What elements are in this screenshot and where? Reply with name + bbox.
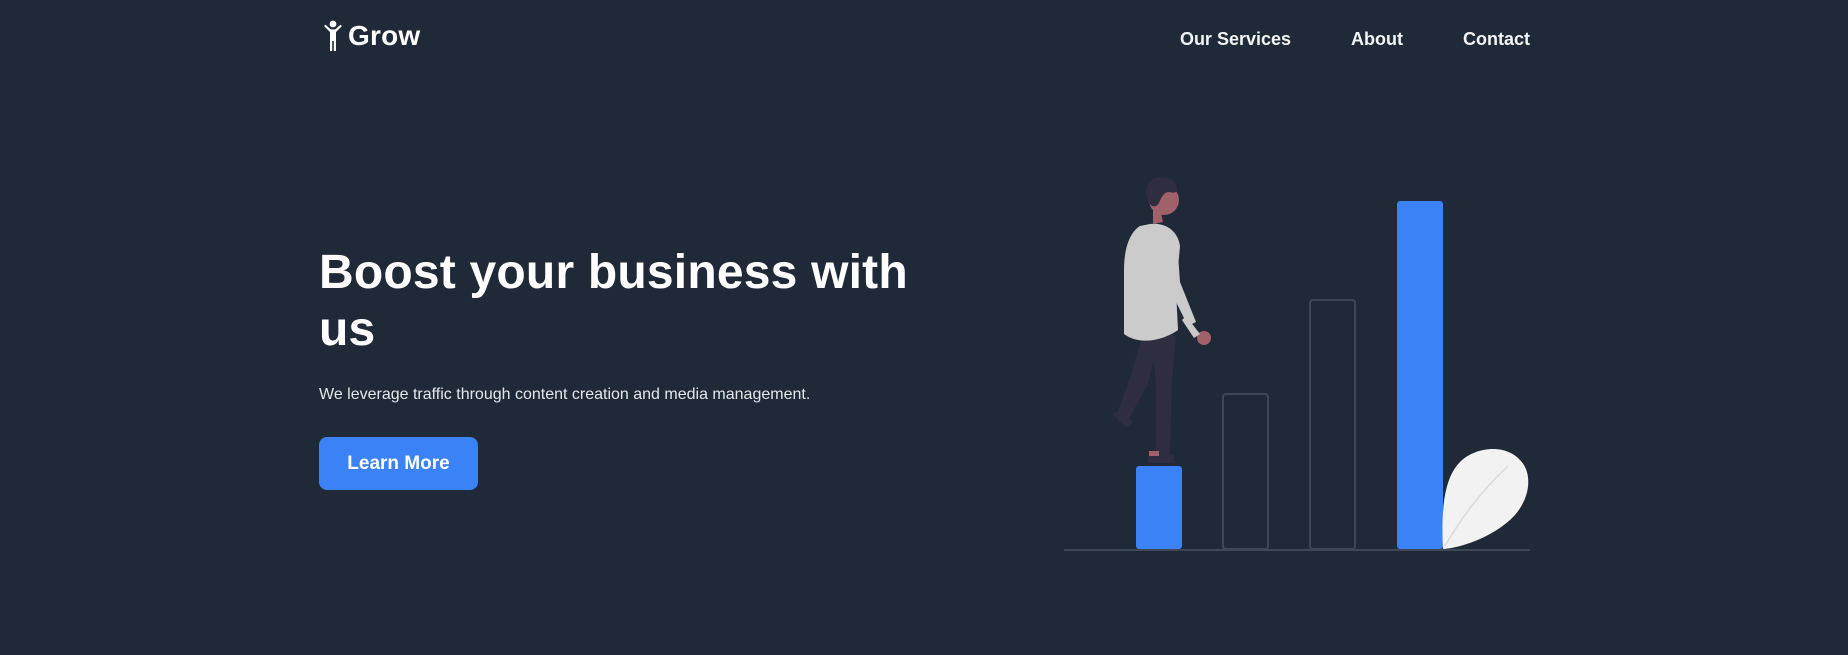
learn-more-button[interactable]: Learn More xyxy=(319,437,478,490)
main-nav: Our Services About Contact xyxy=(1180,28,1530,50)
nav-link-contact[interactable]: Contact xyxy=(1463,28,1530,50)
nav-link-our-services[interactable]: Our Services xyxy=(1180,28,1291,50)
bar-outline-2 xyxy=(1309,299,1356,550)
person-icon xyxy=(322,20,344,52)
hero-section: Boost your business with us We leverage … xyxy=(319,244,919,490)
hero-subtitle: We leverage traffic through content crea… xyxy=(319,386,811,403)
person-figure xyxy=(1112,177,1211,463)
logo-link[interactable]: Grow xyxy=(322,20,420,52)
nav-link-about[interactable]: About xyxy=(1351,28,1403,50)
leaf-shape xyxy=(1442,448,1529,549)
page: Grow Our Services About Contact Boost yo… xyxy=(0,0,1848,655)
logo-text: Grow xyxy=(348,20,421,51)
bar-filled-tall xyxy=(1397,201,1443,549)
growth-illustration xyxy=(1060,170,1540,561)
bar-filled-small xyxy=(1136,466,1182,549)
hero-title: Boost your business with us xyxy=(319,246,908,356)
bar-outline-1 xyxy=(1222,393,1269,550)
